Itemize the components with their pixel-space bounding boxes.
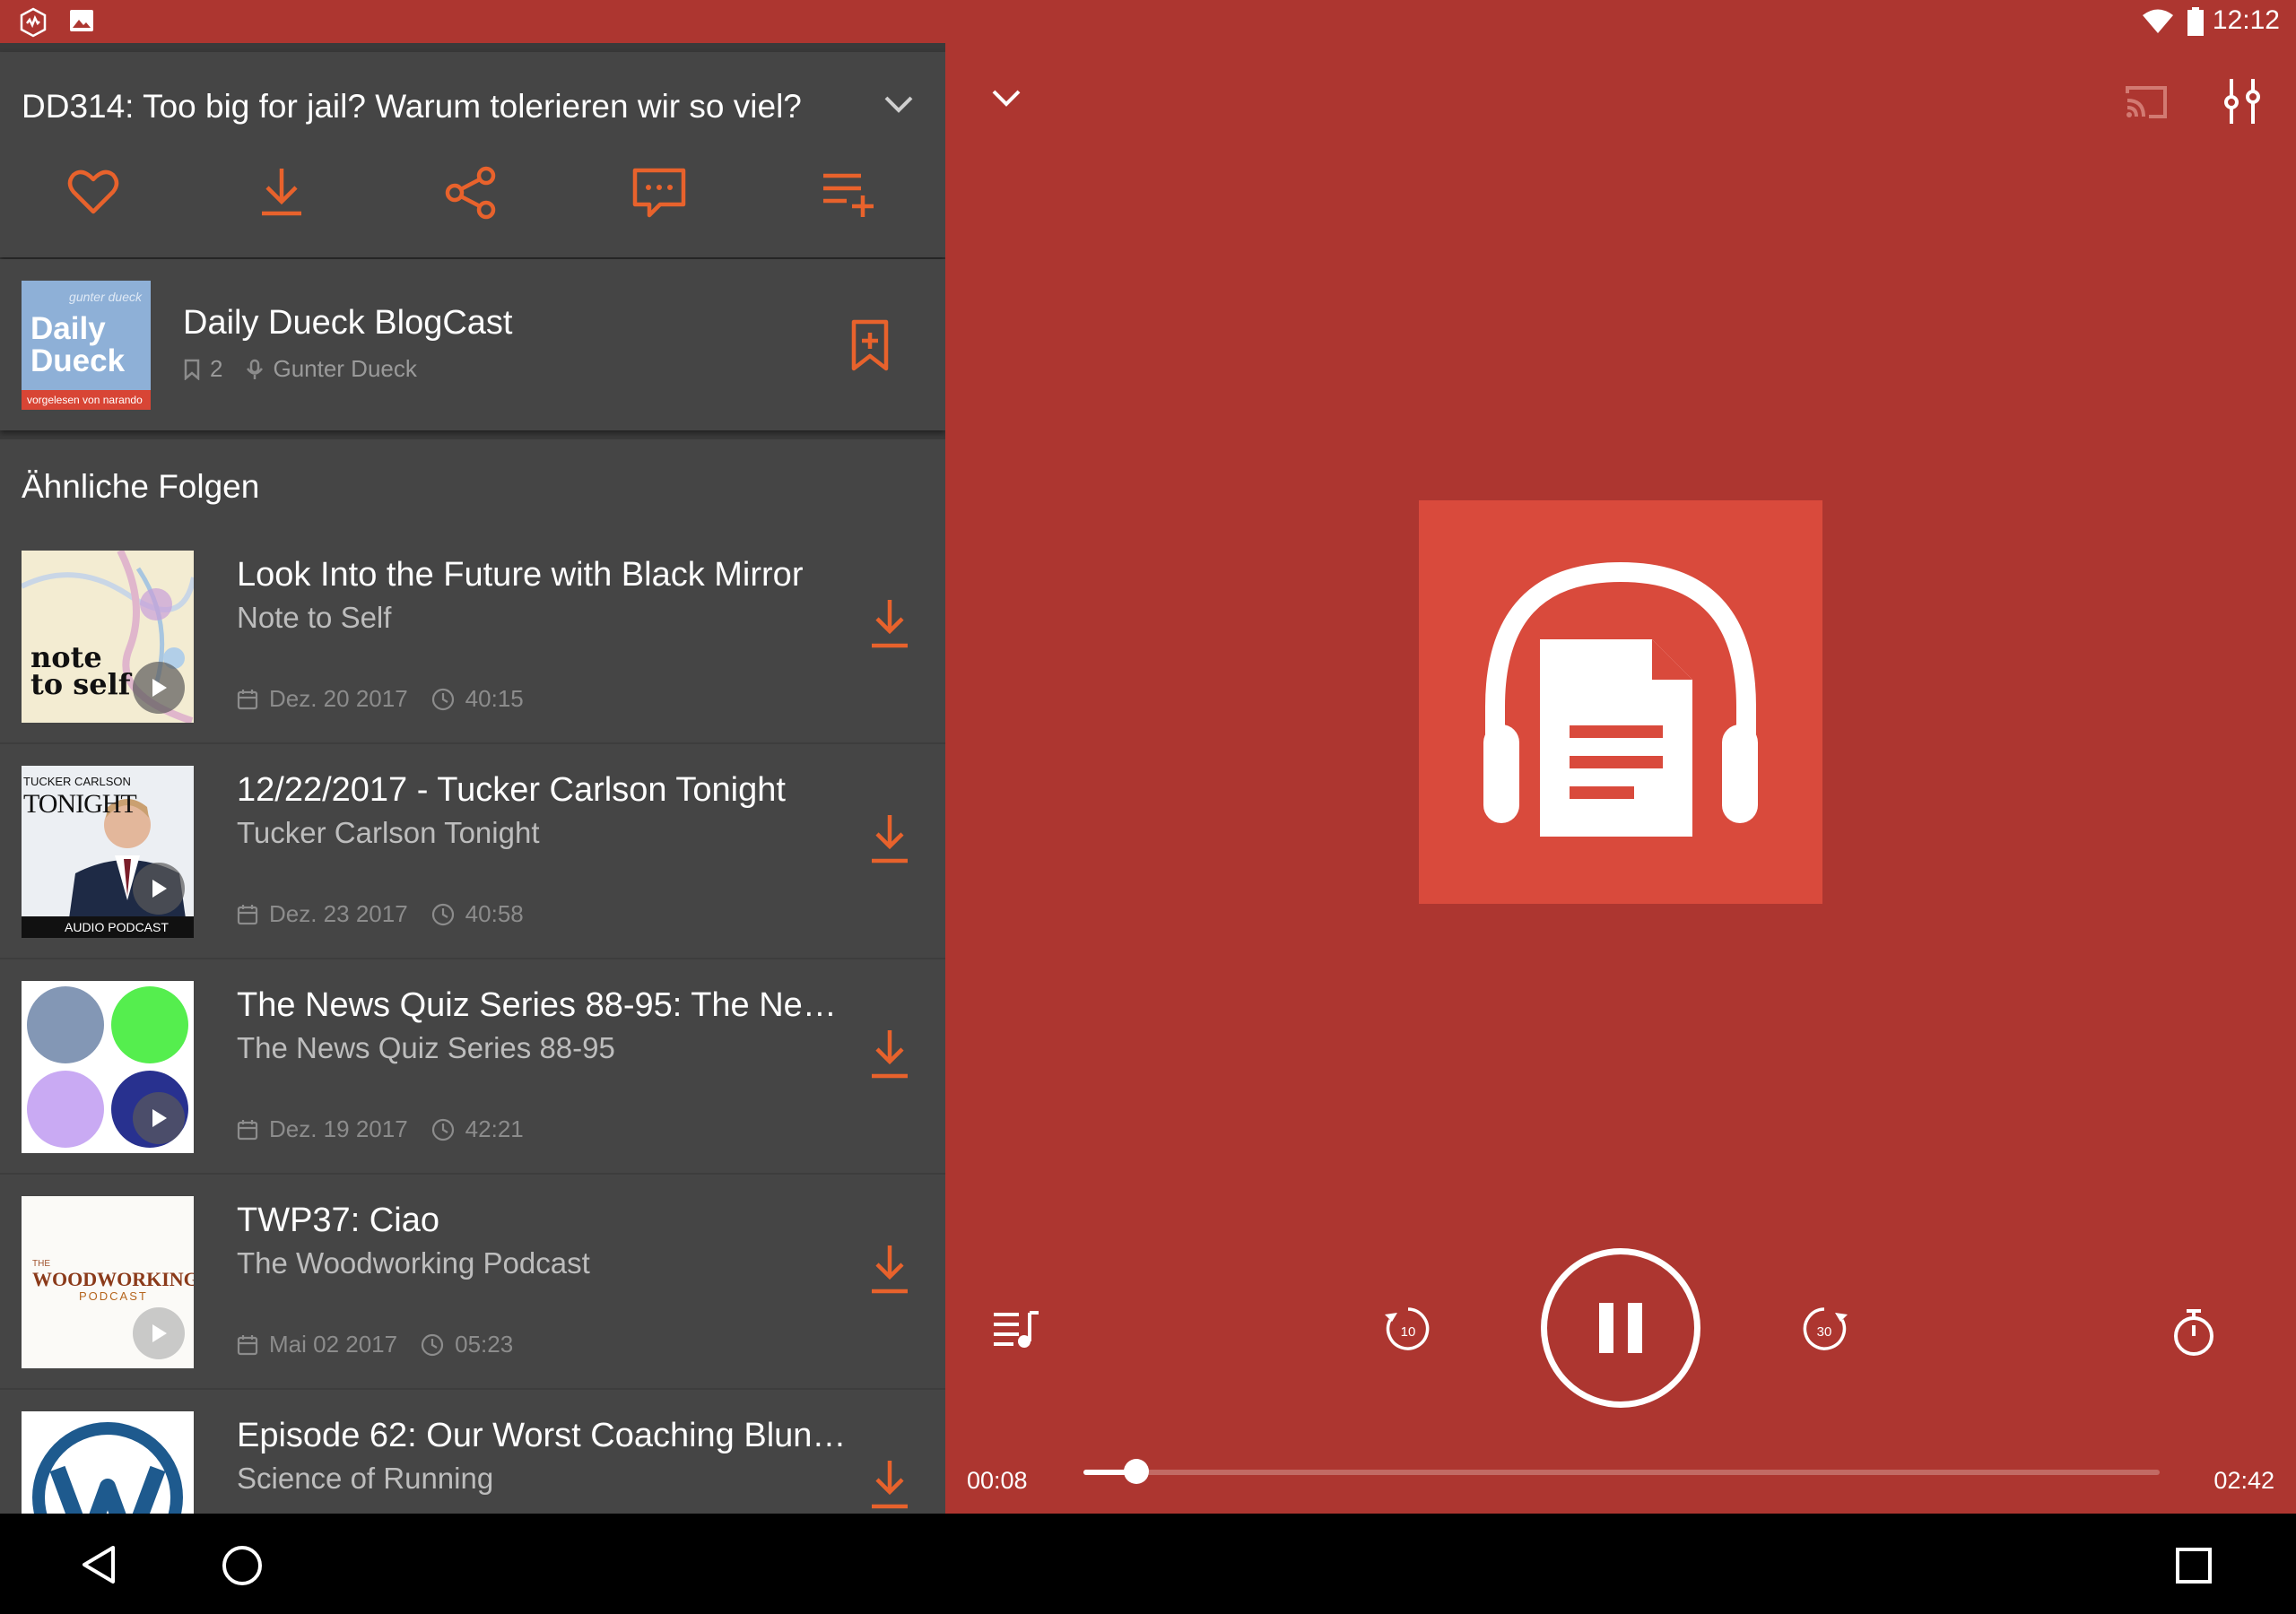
bookmark-count: 2 — [210, 355, 223, 382]
episode-details-panel: DD314: Too big for jail? Warum toleriere… — [0, 43, 945, 1514]
episode-duration: 40:15 — [465, 685, 524, 712]
episode-thumbnail[interactable] — [22, 981, 194, 1153]
wordpress-logo — [32, 1422, 183, 1514]
download-icon[interactable] — [868, 812, 911, 864]
episode-title: Look Into the Future with Black Mirror — [237, 556, 804, 594]
queue-icon[interactable] — [992, 1307, 1040, 1350]
podcast-cover[interactable]: gunter dueck Daily Dueck vorgelesen von … — [22, 281, 151, 410]
episode-podcast: The Woodworking Podcast — [237, 1246, 590, 1280]
share-icon[interactable] — [443, 165, 499, 221]
episode-title: Episode 62: Our Worst Coaching Blun… — [237, 1417, 847, 1454]
episode-title: TWP37: Ciao — [237, 1202, 439, 1239]
episode-artwork — [1419, 500, 1822, 904]
clock-icon — [431, 688, 454, 710]
clock-icon — [431, 1118, 454, 1141]
clock: 12:12 — [2212, 5, 2280, 35]
similar-episodes-section: Ähnliche Folgen note to self Look Into t… — [0, 439, 945, 1514]
cast-icon[interactable] — [2124, 82, 2169, 122]
list-item[interactable]: THE WOODWORKING PODCAST TWP37: Ciao The … — [0, 1175, 945, 1390]
play-icon[interactable] — [133, 1092, 185, 1144]
download-icon[interactable] — [868, 1028, 911, 1080]
bookmark-add-icon[interactable] — [848, 318, 891, 372]
episode-title: The News Quiz Series 88-95: The New… — [237, 986, 847, 1024]
heart-icon[interactable] — [66, 165, 120, 219]
episode-meta: Dez. 19 2017 42:21 — [237, 1115, 524, 1143]
wifi-icon — [2143, 9, 2173, 33]
status-bar: 12:12 — [0, 0, 2296, 43]
episode-podcast: Note to Self — [237, 601, 392, 634]
equalizer-icon[interactable] — [2222, 77, 2262, 126]
calendar-icon — [237, 689, 258, 709]
play-icon[interactable] — [133, 1307, 185, 1359]
episode-podcast: The News Quiz Series 88-95 — [237, 1031, 615, 1064]
episode-thumbnail[interactable]: TUCKER CARLSON TONIGHT AUDIO PODCAST — [22, 766, 194, 938]
download-icon[interactable] — [868, 1243, 911, 1295]
svg-text:10: 10 — [1401, 1324, 1416, 1340]
download-icon[interactable] — [255, 165, 309, 219]
image-icon — [70, 10, 93, 31]
list-item[interactable]: The News Quiz Series 88-95: The New… The… — [0, 959, 945, 1175]
comment-icon[interactable] — [631, 165, 687, 221]
download-icon[interactable] — [868, 597, 911, 649]
clock-icon — [431, 903, 454, 925]
episode-podcast: Tucker Carlson Tonight — [237, 816, 540, 849]
episode-title: 12/22/2017 - Tucker Carlson Tonight — [237, 771, 786, 809]
episode-date: Dez. 20 2017 — [269, 685, 408, 712]
forward-30-icon[interactable]: 30 — [1797, 1302, 1851, 1356]
podcast-name: Daily Dueck BlogCast — [183, 304, 513, 342]
episode-thumbnail[interactable]: note to self — [22, 551, 194, 723]
podcast-placeholder-icon — [1483, 561, 1758, 837]
bookmark-small-icon — [184, 359, 200, 380]
pause-button[interactable] — [1541, 1248, 1700, 1408]
sleep-timer-icon[interactable] — [2170, 1307, 2217, 1358]
recents-icon[interactable] — [2174, 1546, 2213, 1585]
podcast-author: Gunter Dueck — [273, 355, 417, 382]
calendar-icon — [237, 904, 258, 924]
episode-date: Dez. 19 2017 — [269, 1115, 408, 1142]
episode-meta: Dez. 20 2017 40:15 — [237, 685, 524, 713]
episode-thumbnail[interactable]: THE WOODWORKING PODCAST — [22, 1196, 194, 1368]
pause-icon — [1599, 1303, 1642, 1353]
seek-bar[interactable] — [1083, 1459, 2160, 1484]
podcast-card[interactable]: gunter dueck Daily Dueck vorgelesen von … — [0, 259, 945, 430]
clock-icon — [422, 1333, 444, 1356]
player-panel: 10 30 00:08 02:42 — [945, 43, 2296, 1514]
calendar-icon — [237, 1119, 258, 1140]
episode-duration: 05:23 — [455, 1331, 514, 1358]
total-time: 02:42 — [2213, 1467, 2274, 1494]
list-item[interactable]: Episode 62: Our Worst Coaching Blun… Sci… — [0, 1390, 945, 1514]
episode-meta: Mai 02 2017 05:23 — [237, 1331, 513, 1358]
section-heading: Ähnliche Folgen — [22, 468, 260, 505]
episode-duration: 40:58 — [465, 900, 524, 927]
episode-thumbnail[interactable] — [22, 1411, 194, 1514]
back-icon[interactable] — [79, 1544, 118, 1585]
microphone-icon — [247, 359, 264, 379]
app-icon — [20, 7, 47, 38]
rewind-10-icon[interactable]: 10 — [1381, 1302, 1435, 1356]
calendar-icon — [237, 1334, 258, 1355]
play-icon[interactable] — [133, 863, 185, 915]
list-item[interactable]: note to self Look Into the Future with B… — [0, 529, 945, 744]
home-icon[interactable] — [221, 1544, 264, 1587]
episode-date: Mai 02 2017 — [269, 1331, 398, 1358]
collapse-chevron-icon[interactable] — [988, 86, 1024, 109]
list-item[interactable]: TUCKER CARLSON TONIGHT AUDIO PODCAST 12/… — [0, 744, 945, 959]
episode-card: DD314: Too big for jail? Warum toleriere… — [0, 52, 945, 257]
chevron-down-icon[interactable] — [881, 92, 917, 116]
episode-title: DD314: Too big for jail? Warum toleriere… — [22, 88, 802, 125]
play-icon[interactable] — [133, 662, 185, 714]
episode-duration: 42:21 — [465, 1115, 524, 1142]
download-icon[interactable] — [868, 1458, 911, 1510]
battery-icon — [2187, 7, 2204, 36]
episode-meta: Dez. 23 2017 40:58 — [237, 900, 524, 928]
add-to-playlist-icon[interactable] — [820, 165, 877, 221]
episode-date: Dez. 23 2017 — [269, 900, 408, 927]
podcast-meta: 2 Gunter Dueck — [183, 355, 417, 383]
navigation-bar — [0, 1514, 2296, 1614]
svg-text:30: 30 — [1817, 1324, 1832, 1340]
episode-podcast: Science of Running — [237, 1462, 494, 1495]
current-time: 00:08 — [967, 1467, 1028, 1494]
seek-bar-thumb[interactable] — [1123, 1459, 1149, 1484]
